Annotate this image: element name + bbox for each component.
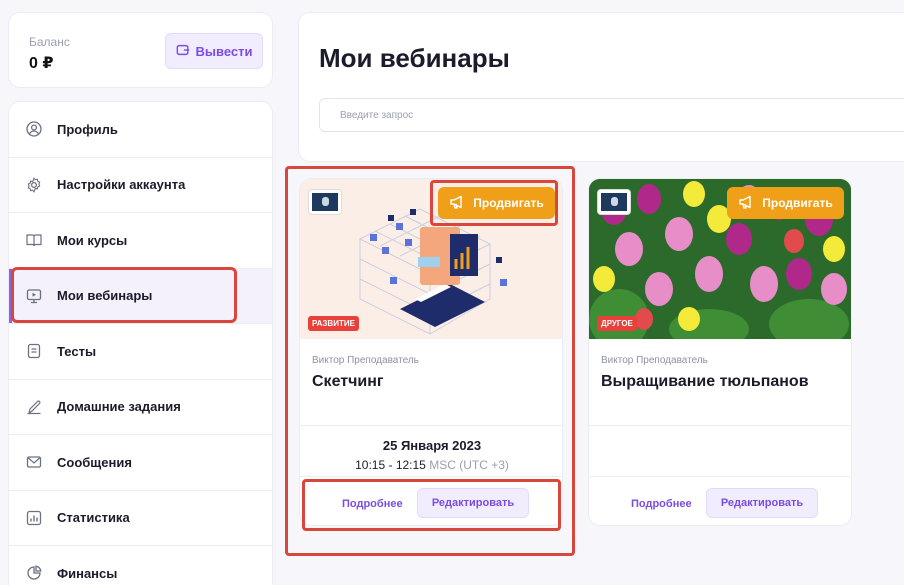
sidebar-item-homework[interactable]: Домашние задания — [9, 380, 272, 435]
webinar-timezone: MSC (UTC +3) — [429, 458, 509, 472]
document-icon — [25, 342, 43, 360]
teacher-thumbnail — [308, 189, 342, 215]
edit-button[interactable]: Редактировать — [417, 488, 529, 518]
sidebar-item-my-courses[interactable]: Мои курсы — [9, 213, 272, 269]
details-link[interactable]: Подробнее — [342, 498, 403, 510]
author-name: Виктор Преподаватель — [601, 355, 708, 366]
sidebar-item-statistics[interactable]: Статистика — [9, 491, 272, 546]
page-title: Мои вебинары — [319, 43, 510, 73]
sidebar-item-label: Сообщения — [57, 454, 132, 470]
search-input[interactable] — [319, 98, 904, 132]
webinar-cover-image: Продвигать ДРУГОЕ — [589, 179, 851, 339]
bar-chart-icon — [25, 509, 43, 527]
webinar-card: Продвигать ДРУГОЕ Виктор Преподаватель В… — [588, 178, 852, 526]
sidebar-item-label: Тесты — [57, 343, 97, 359]
webinar-cover-image: Продвигать РАЗВИТИЕ — [300, 179, 562, 339]
promote-button[interactable]: Продвигать — [727, 187, 844, 219]
mail-icon — [25, 453, 43, 471]
category-tag: ДРУГОЕ — [597, 316, 637, 331]
teacher-thumbnail — [597, 189, 631, 215]
details-link[interactable]: Подробнее — [631, 498, 692, 510]
date-block — [589, 425, 851, 477]
gear-icon — [25, 176, 43, 194]
sidebar-item-label: Профиль — [57, 121, 118, 137]
wallet-icon — [176, 43, 190, 60]
sidebar-item-my-webinars[interactable]: Мои вебинары — [9, 268, 272, 324]
edit-button[interactable]: Редактировать — [706, 488, 818, 518]
sidebar-item-label: Мои курсы — [57, 232, 128, 248]
sidebar-item-account-settings[interactable]: Настройки аккаунта — [9, 158, 272, 213]
sidebar-item-tests[interactable]: Тесты — [9, 324, 272, 380]
sidebar-item-profile[interactable]: Профиль — [9, 102, 272, 158]
webinar-time-row: 10:15 - 12:15 MSC (UTC +3) — [300, 458, 562, 472]
pencil-icon — [25, 398, 43, 416]
sidebar-item-label: Мои вебинары — [57, 288, 153, 304]
megaphone-icon — [738, 195, 754, 212]
webinar-time: 10:15 - 12:15 — [355, 458, 426, 472]
promote-label: Продвигать — [762, 196, 833, 210]
sidebar-item-label: Настройки аккаунта — [57, 177, 186, 193]
webinar-screen-icon — [25, 287, 43, 305]
user-circle-icon — [25, 120, 43, 138]
book-icon — [25, 231, 43, 249]
category-tag: РАЗВИТИЕ — [308, 316, 359, 331]
main-header-panel: Мои вебинары — [298, 12, 904, 162]
webinar-title: Скетчинг — [312, 373, 384, 390]
sidebar-nav: Профиль Настройки аккаунта Мои курсы Мои… — [8, 101, 273, 585]
balance-label: Баланс — [29, 35, 70, 49]
sidebar-item-finances[interactable]: Финансы — [9, 546, 272, 585]
sidebar-item-label: Домашние задания — [57, 399, 181, 415]
megaphone-icon — [449, 195, 465, 212]
author-name: Виктор Преподаватель — [312, 355, 419, 366]
withdraw-label: Вывести — [195, 43, 253, 59]
promote-button[interactable]: Продвигать — [438, 187, 555, 219]
balance-value: 0 ₽ — [29, 55, 54, 72]
webinar-card: Продвигать РАЗВИТИЕ Виктор Преподаватель… — [299, 178, 563, 526]
date-block: 25 Января 2023 10:15 - 12:15 MSC (UTC +3… — [300, 425, 562, 477]
webinar-date: 25 Января 2023 — [382, 438, 482, 453]
promote-label: Продвигать — [473, 196, 544, 210]
pie-chart-icon — [25, 564, 43, 582]
withdraw-button[interactable]: Вывести — [165, 33, 263, 69]
sidebar-item-messages[interactable]: Сообщения — [9, 435, 272, 491]
webinar-title: Выращивание тюльпанов — [601, 373, 809, 390]
sidebar-item-label: Статистика — [57, 510, 130, 526]
sidebar-item-label: Финансы — [57, 565, 118, 581]
balance-card: Баланс 0 ₽ Вывести — [8, 12, 273, 88]
